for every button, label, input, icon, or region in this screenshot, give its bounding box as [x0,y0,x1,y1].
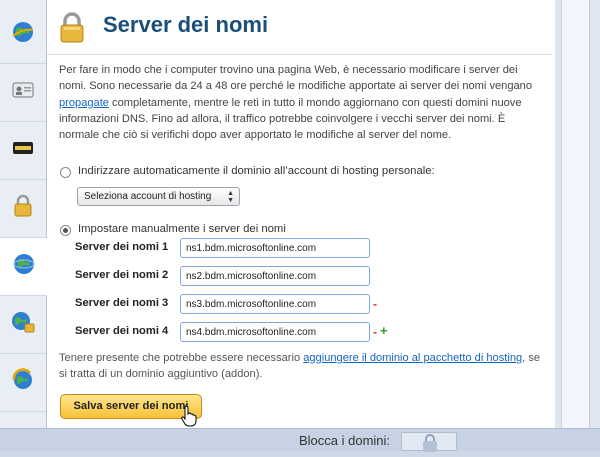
manual-nameservers-radio[interactable] [60,225,71,236]
note-text-part: Tenere presente che potrebbe essere nece… [59,352,304,364]
domain-lock-toggle[interactable] [401,432,457,452]
badge-icon [11,139,35,162]
sidebar-item-domains[interactable] [0,6,46,64]
right-panel-edge [561,0,590,428]
nameserver-4-label: Server dei nomi 4 [75,325,169,337]
nameserver-2-label: Server dei nomi 2 [75,269,169,281]
nameserver-2-input[interactable] [180,266,370,286]
nameserver-3-input[interactable] [180,294,370,314]
padlock-icon [59,12,85,49]
auto-hosting-label: Indirizzare automaticamente il dominio a… [78,165,435,177]
header: Server dei nomi [47,0,552,55]
contact-card-icon [11,80,35,105]
nameserver-3-label: Server dei nomi 3 [75,297,169,309]
sidebar-item-nameservers[interactable] [0,238,47,296]
intro-text: Per fare in modo che i computer trovino … [59,62,544,143]
sidebar-item-privacy[interactable] [0,122,46,180]
auto-hosting-radio[interactable] [60,167,71,178]
sidebar [0,0,47,428]
main-panel: Server dei nomi Per fare in modo che i c… [47,0,555,428]
globe-refresh-icon [11,368,35,397]
sidebar-item-renewal[interactable] [0,354,46,412]
domain-lock-label: Blocca i domini: [299,433,391,448]
globe-icon [12,252,36,281]
padlock-icon [13,194,33,223]
footer-bar: Blocca i domini: [0,428,600,452]
sidebar-item-domain-lock[interactable] [0,296,46,354]
propagate-link[interactable]: propagate [59,97,109,109]
hosting-account-select[interactable]: Seleziona account di hosting ▲ ▼ [77,187,240,206]
right-scroll-strip [555,0,600,428]
intro-text-part: Per fare in modo che i computer trovino … [59,64,533,93]
remove-nameserver-4-button[interactable]: - [373,325,377,339]
nameserver-1-label: Server dei nomi 1 [75,241,169,253]
hosting-note: Tenere presente che potrebbe essere nece… [59,350,544,383]
manual-nameservers-label: Impostare manualmente i server dei nomi [78,223,286,235]
nameserver-1-input[interactable] [180,238,370,258]
page-title: Server dei nomi [103,12,269,37]
hosting-account-select-value: Seleziona account di hosting [84,191,212,202]
add-nameserver-button[interactable]: + [380,323,388,338]
intro-text-part: completamente, mentre le reti in tutto i… [59,96,522,142]
padlock-icon [423,434,437,452]
globe-lock-icon [10,310,36,339]
remove-nameserver-3-button[interactable]: - [373,297,377,311]
sidebar-item-lock[interactable] [0,180,46,238]
add-domain-to-hosting-link[interactable]: aggiungere il dominio al pacchetto di ho… [303,352,522,364]
nameserver-4-input[interactable] [180,322,370,342]
globe-icon [11,20,35,49]
select-arrows-icon: ▲ ▼ [227,190,234,204]
sidebar-item-contacts[interactable] [0,64,46,122]
